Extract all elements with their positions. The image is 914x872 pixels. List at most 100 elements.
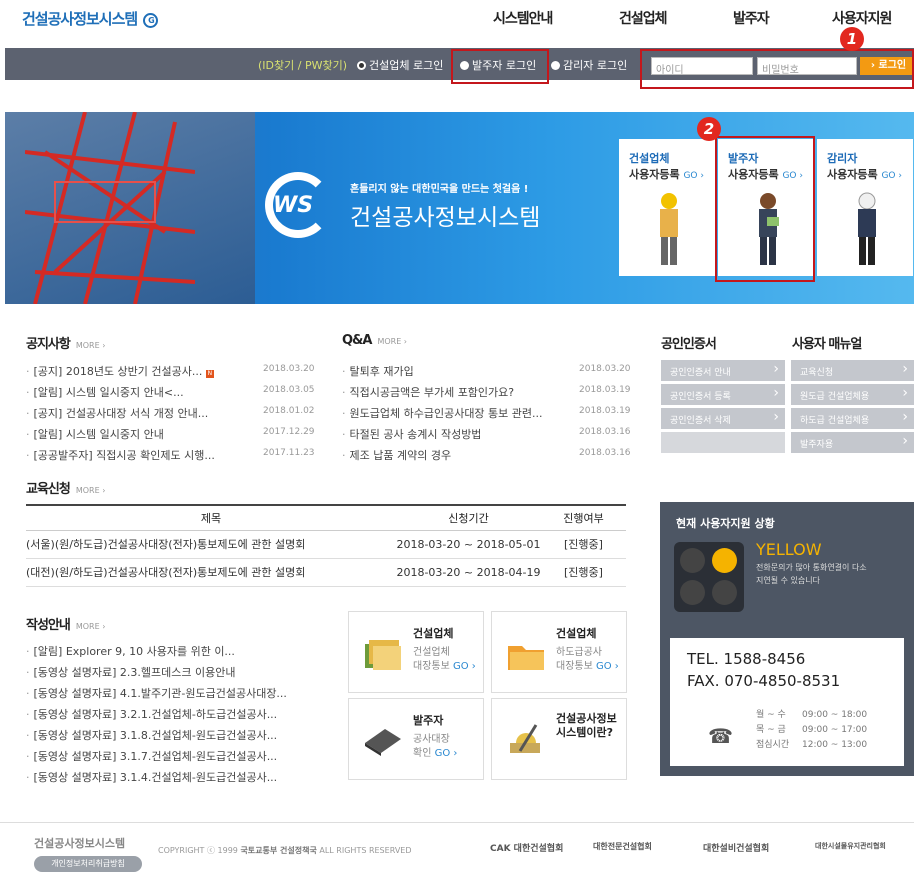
register-card-supervisor[interactable]: 감리자 사용자등록 GO ›: [817, 139, 913, 276]
partner-kosca[interactable]: 대한전문건설협회: [593, 841, 652, 852]
register-card-contractor[interactable]: 건설업체 사용자등록 GO ›: [619, 139, 715, 276]
cert-empty-slot: [661, 432, 785, 453]
list-item[interactable]: [알림] 시스템 일시중지 안내<...2018.03.05: [26, 384, 316, 405]
cert-delete-link[interactable]: 공인인증서 삭제: [661, 408, 785, 429]
support-status-panel: 현재 사용자지원 상황 YELLOW 전화문의가 많아 통화연결이 다소 지연될…: [660, 502, 914, 776]
highlight-box-client-radio: [451, 49, 549, 84]
list-item[interactable]: 직접시공금액은 부가세 포함인가요?2018.03.19: [342, 384, 632, 405]
guide-list: [알림] Explorer 9, 10 사용자를 위한 이... [동영상 설명…: [26, 643, 326, 790]
hours-table: 월 ~ 수 09:00 ~ 18:00 목 ~ 금 09:00 ~ 17:00 점심…: [756, 710, 868, 750]
list-item[interactable]: [공공발주자] 직접시공 확인제도 시행...2017.11.23: [26, 447, 316, 468]
radio-contractor-login[interactable]: 건설업체 로그인: [357, 57, 443, 73]
edu-period-cell: 2018-03-20 ~ 2018-04-19: [396, 558, 541, 587]
folder-stack-icon: [365, 640, 401, 670]
edu-title-cell[interactable]: (대전)(원/하도급)건설공사대장(전자)통보제도에 관한 설명회: [26, 558, 396, 587]
support-desc-2: 지연될 수 있습니다: [756, 576, 820, 585]
folder-icon: [508, 646, 544, 670]
find-id-pw-link[interactable]: (ID찾기 / PW찾기): [258, 57, 347, 73]
partner-cak[interactable]: CAK 대한건설협회: [490, 841, 563, 854]
new-badge-icon: N: [205, 370, 214, 378]
guide-more-link[interactable]: MORE ›: [76, 622, 106, 631]
card-title: 감리자: [827, 152, 858, 165]
support-title: 현재 사용자지원 상황: [676, 517, 775, 530]
step-badge-1: 1: [840, 27, 864, 51]
tel-number: TEL. 1588-8456: [687, 650, 806, 668]
nav-contractor[interactable]: 건설업체: [619, 8, 668, 28]
notice-heading: 공지사항 MORE ›: [26, 337, 106, 352]
card-register: 사용자등록 GO ›: [827, 168, 902, 181]
notice-list: [공지] 2018년도 상반기 건설공사... N2018.03.20 [알림]…: [26, 363, 316, 468]
manual-prime-link[interactable]: 원도급 건설업체용: [791, 384, 914, 405]
radio-selected-icon: [357, 61, 366, 70]
list-item[interactable]: [동영상 설명자료] 4.1.발주기관-원도급건설공사대장...: [26, 685, 326, 706]
edu-title-cell[interactable]: (서울)(원/하도급)건설공사대장(전자)통보제도에 관한 설명회: [26, 530, 396, 559]
manual-client-link[interactable]: 발주자용: [791, 432, 914, 453]
traffic-light-icon: [674, 542, 744, 612]
support-state: YELLOW: [756, 540, 822, 559]
hero-slogan: 흔들리지 않는 대한민국을 만드는 첫걸음 !: [350, 184, 529, 195]
list-item[interactable]: [알림] 시스템 일시중지 안내2017.12.29: [26, 426, 316, 447]
tile-desc: 하도급공사 대장통보 GO ›: [556, 647, 619, 672]
list-item[interactable]: [알림] Explorer 9, 10 사용자를 위한 이...: [26, 643, 326, 664]
nav-system-info[interactable]: 시스템안내: [493, 8, 553, 28]
list-item[interactable]: [동영상 설명자료] 3.2.1.건설업체-하도급건설공사...: [26, 706, 326, 727]
highlight-box-login: [640, 49, 914, 89]
guide-heading: 작성안내 MORE ›: [26, 618, 106, 633]
phone-icon: ☎: [708, 724, 733, 748]
tile-desc: 건설업체 대장통보 GO ›: [413, 647, 476, 672]
table-row[interactable]: (대전)(원/하도급)건설공사대장(전자)통보제도에 관한 설명회 2018-03…: [26, 558, 626, 587]
tile-subcontract-report[interactable]: 건설업체 하도급공사 대장통보 GO ›: [491, 611, 627, 693]
privacy-policy-link[interactable]: 개인정보처리취급방침: [34, 856, 142, 872]
tile-system-about[interactable]: 건설공사정보 시스템이란?: [491, 698, 627, 780]
list-item[interactable]: 원도급업체 하수급인공사대장 통보 관련...2018.03.19: [342, 405, 632, 426]
list-item[interactable]: [동영상 설명자료] 3.1.7.건설업체-원도급건설공사...: [26, 748, 326, 769]
tile-desc: 공사대장 확인 GO ›: [413, 734, 458, 759]
col-status: 진행여부: [541, 504, 626, 531]
worker-figure-icon: [660, 193, 678, 265]
edu-period-cell: 2018-03-20 ~ 2018-05-01: [396, 530, 541, 559]
nav-user-support[interactable]: 사용자지원: [832, 8, 892, 28]
list-item[interactable]: 제조 납품 계약의 경우2018.03.16: [342, 447, 632, 468]
card-title: 건설업체: [629, 152, 670, 165]
footer-logo: 건설공사정보시스템: [34, 837, 126, 850]
cert-register-link[interactable]: 공인인증서 등록: [661, 384, 785, 405]
tile-contractor-report[interactable]: 건설업체 건설업체 대장통보 GO ›: [348, 611, 484, 693]
edu-more-link[interactable]: MORE ›: [76, 486, 106, 495]
col-period: 신청기간: [396, 504, 541, 531]
notice-more-link[interactable]: MORE ›: [76, 341, 106, 350]
ws-logo-text: WS: [273, 193, 314, 218]
top-header: 건설공사정보시스템 G 시스템안내 건설업체 발주자 사용자지원: [0, 0, 914, 48]
nav-client[interactable]: 발주자: [733, 8, 770, 28]
tile-client-confirm[interactable]: 발주자 공사대장 확인 GO ›: [348, 698, 484, 780]
book-icon: [365, 729, 401, 756]
list-item[interactable]: 탈퇴후 재가입2018.03.20: [342, 363, 632, 384]
partner-kfma[interactable]: 대한시설물유지관리협회: [815, 841, 886, 851]
hard-hat-tools-icon: [510, 724, 540, 753]
manual-sub-link[interactable]: 하도급 건설업체용: [791, 408, 914, 429]
list-item[interactable]: [동영상 설명자료] 2.3.헬프데스크 이용안내: [26, 664, 326, 685]
list-item[interactable]: 타절된 공사 송계시 작성방법2018.03.16: [342, 426, 632, 447]
qna-more-link[interactable]: MORE ›: [377, 337, 407, 346]
partner-kmcca[interactable]: 대한설비건설협회: [703, 841, 769, 854]
site-logo[interactable]: 건설공사정보시스템 G: [22, 8, 159, 29]
list-item[interactable]: [공지] 2018년도 상반기 건설공사... N2018.03.20: [26, 363, 316, 384]
support-desc-1: 전화문의가 많아 통화연결이 다소: [756, 563, 867, 572]
logo-mark-icon: G: [143, 13, 159, 28]
status-badge: [진행중]: [541, 530, 626, 559]
qna-heading: Q&A MORE ›: [342, 333, 408, 348]
table-row[interactable]: (서울)(원/하도급)건설공사대장(전자)통보제도에 관한 설명회 2018-03…: [26, 530, 626, 559]
card-register: 사용자등록 GO ›: [629, 168, 704, 181]
tile-title: 발주자: [413, 714, 444, 727]
col-title: 제목: [26, 504, 396, 531]
edu-heading: 교육신청 MORE ›: [26, 482, 106, 497]
manual-education-link[interactable]: 교육신청: [791, 360, 914, 381]
radio-supervisor-login[interactable]: 감리자 로그인: [551, 57, 627, 73]
supervisor-figure-icon: [858, 192, 876, 265]
tile-title: 건설업체: [556, 627, 597, 640]
tile-title: 건설업체: [413, 627, 454, 640]
list-item[interactable]: [동영상 설명자료] 3.1.4.건설업체-원도급건설공사...: [26, 769, 326, 790]
tile-title: 건설공사정보 시스템이란?: [556, 712, 617, 739]
cert-guide-link[interactable]: 공인인증서 안내: [661, 360, 785, 381]
list-item[interactable]: [동영상 설명자료] 3.1.8.건설업체-원도급건설공사...: [26, 727, 326, 748]
list-item[interactable]: [공지] 건설공사대장 서식 개정 안내...2018.01.02: [26, 405, 316, 426]
